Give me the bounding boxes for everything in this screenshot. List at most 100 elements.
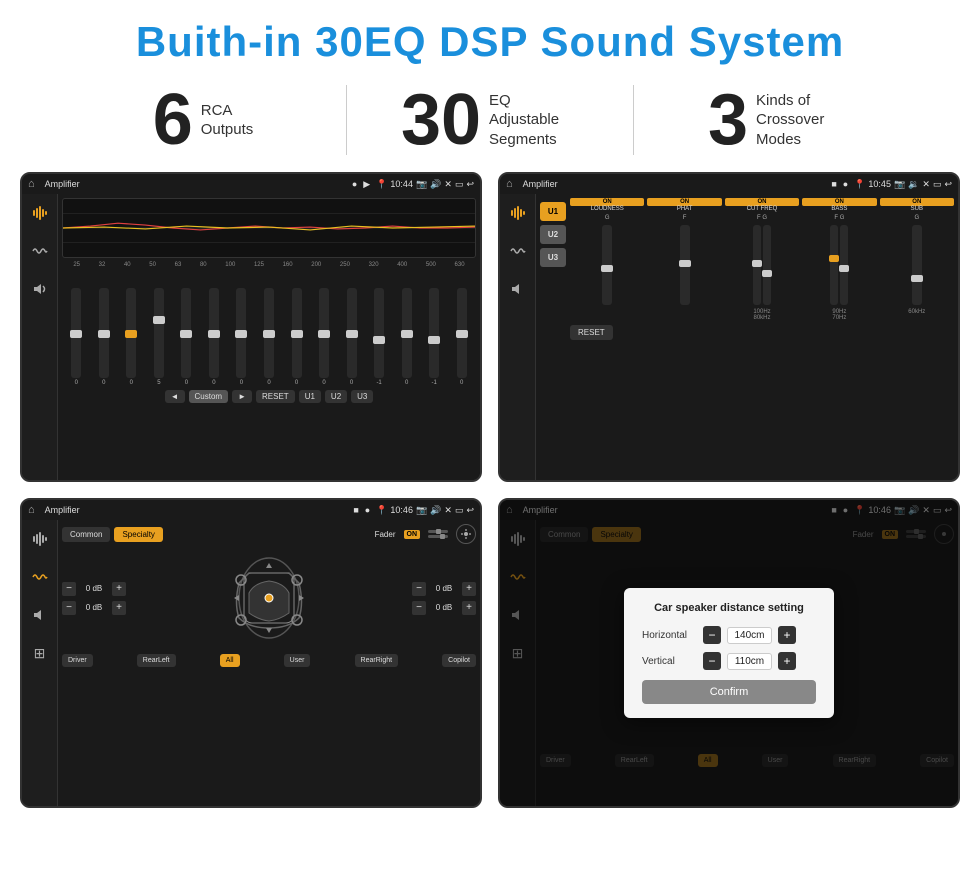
eq-slider-0: 0 <box>71 288 81 386</box>
eq-track-2[interactable] <box>126 288 136 378</box>
cutfreq-slider-g[interactable] <box>763 225 771 305</box>
sidebar-eq-icon[interactable] <box>29 202 51 224</box>
eq-val-12: 0 <box>405 380 408 386</box>
common-tab[interactable]: Common <box>62 527 110 542</box>
cutfreq-slider-f[interactable] <box>753 225 761 305</box>
vol-icon-3: 🔊 <box>430 505 441 516</box>
sidebar-expand-icon-3[interactable]: ⊞ <box>29 642 51 664</box>
loudness-label: LOUDNESS <box>570 206 644 212</box>
sidebar-eq-icon-3[interactable] <box>29 528 51 550</box>
screen1-body: 2532405063 80100125160200 25032040050063… <box>22 194 480 480</box>
eq-val-5: 0 <box>212 380 215 386</box>
rear-right-btn[interactable]: RearRight <box>355 654 399 667</box>
vertical-val: 110cm <box>727 653 772 670</box>
eq-track-11[interactable] <box>374 288 384 378</box>
eq-track-13[interactable] <box>429 288 439 378</box>
sidebar-wave-icon-3[interactable] <box>29 566 51 588</box>
amp-reset-btn[interactable]: RESET <box>570 325 613 340</box>
eq-track-3[interactable] <box>154 288 164 378</box>
phat-label: PHAT <box>647 206 721 212</box>
sidebar-wave-icon-2[interactable] <box>507 240 529 262</box>
statusbar-1: ⌂ Amplifier ● ▶ 📍 10:44 📷 🔊 ✕ ▭ ↩ <box>22 174 480 194</box>
sidebar-vol-icon-2[interactable] <box>507 278 529 300</box>
eq-val-0: 0 <box>75 380 78 386</box>
phat-on: ON <box>647 198 721 206</box>
back-icon-3: ↩ <box>466 505 474 516</box>
db-minus-1[interactable]: − <box>62 601 76 615</box>
screen-fader: ⌂ Amplifier ■ ● 📍 10:46 📷 🔊 ✕ ▭ ↩ <box>20 498 482 808</box>
sidebar-eq-icon-2[interactable] <box>507 202 529 224</box>
sidebar-wave-icon[interactable] <box>29 240 51 262</box>
horizontal-minus-btn[interactable]: − <box>703 626 721 644</box>
back-icon: ↩ <box>466 179 474 190</box>
eq-slider-6: 0 <box>236 288 246 386</box>
sub-slider[interactable] <box>912 225 922 305</box>
eq-reset-btn[interactable]: RESET <box>256 390 295 403</box>
all-btn[interactable]: All <box>220 654 240 667</box>
db-plus-1[interactable]: + <box>112 601 126 615</box>
eq-play-btn[interactable]: ► <box>232 390 252 403</box>
minus-icon-3: ▭ <box>455 505 464 516</box>
copilot-btn[interactable]: Copilot <box>442 654 476 667</box>
location-icon-2: 📍 <box>854 179 865 190</box>
rear-left-btn[interactable]: RearLeft <box>137 654 176 667</box>
eq-track-12[interactable] <box>402 288 412 378</box>
eq-track-8[interactable] <box>292 288 302 378</box>
u3-btn[interactable]: U3 <box>540 248 566 267</box>
phat-slider[interactable] <box>680 225 690 305</box>
eq-track-5[interactable] <box>209 288 219 378</box>
eq-custom-btn[interactable]: Custom <box>189 390 229 403</box>
horizontal-plus-btn[interactable]: + <box>778 626 796 644</box>
page-title: Buith-in 30EQ DSP Sound System <box>0 0 980 76</box>
dialog-horizontal-row: Horizontal − 140cm + <box>642 626 816 644</box>
eq-slider-5: 0 <box>209 288 219 386</box>
cutfreq-on: ON <box>725 198 799 206</box>
eq-u3-btn[interactable]: U3 <box>351 390 373 403</box>
eq-track-4[interactable] <box>181 288 191 378</box>
settings-icon-3[interactable] <box>456 524 476 544</box>
home-icon: ⌂ <box>28 178 35 190</box>
camera-icon-3: 📷 <box>416 505 427 516</box>
eq-val-10: 0 <box>350 380 353 386</box>
eq-u1-btn[interactable]: U1 <box>299 390 321 403</box>
db-minus-3[interactable]: − <box>412 601 426 615</box>
eq-track-10[interactable] <box>347 288 357 378</box>
fader-on-badge: ON <box>404 530 421 539</box>
db-plus-3[interactable]: + <box>462 601 476 615</box>
eq-track-9[interactable] <box>319 288 329 378</box>
stats-row: 6 RCAOutputs 30 EQ AdjustableSegments 3 … <box>0 76 980 168</box>
eq-track-0[interactable] <box>71 288 81 378</box>
u1-btn[interactable]: U1 <box>540 202 566 221</box>
back-icon-2: ↩ <box>944 179 952 190</box>
eq-track-7[interactable] <box>264 288 274 378</box>
sidebar-vol-icon-3[interactable] <box>29 604 51 626</box>
u2-btn[interactable]: U2 <box>540 225 566 244</box>
db-plus-0[interactable]: + <box>112 582 126 596</box>
bass-slider-g[interactable] <box>840 225 848 305</box>
eq-val-1: 0 <box>102 380 105 386</box>
driver-btn[interactable]: Driver <box>62 654 93 667</box>
eq-track-6[interactable] <box>236 288 246 378</box>
eq-bottom-controls: ◄ Custom ► RESET U1 U2 U3 <box>62 390 476 403</box>
confirm-button[interactable]: Confirm <box>642 680 816 704</box>
user-btn[interactable]: User <box>284 654 311 667</box>
eq-val-8: 0 <box>295 380 298 386</box>
specialty-tab[interactable]: Specialty <box>114 527 162 542</box>
db-minus-2[interactable]: − <box>412 582 426 596</box>
eq-prev-btn[interactable]: ◄ <box>165 390 185 403</box>
dialog-overlay: Car speaker distance setting Horizontal … <box>500 500 958 806</box>
db-row-1: − 0 dB + <box>62 601 126 615</box>
sidebar-vol-icon[interactable] <box>29 278 51 300</box>
time-display-2: 10:45 <box>868 179 891 189</box>
bass-slider-f[interactable] <box>830 225 838 305</box>
eq-u2-btn[interactable]: U2 <box>325 390 347 403</box>
db-minus-0[interactable]: − <box>62 582 76 596</box>
eq-track-14[interactable] <box>457 288 467 378</box>
vertical-plus-btn[interactable]: + <box>778 652 796 670</box>
eq-track-1[interactable] <box>99 288 109 378</box>
loudness-slider[interactable] <box>602 225 612 305</box>
vertical-minus-btn[interactable]: − <box>703 652 721 670</box>
db-val-3: 0 dB <box>430 603 458 612</box>
db-plus-2[interactable]: + <box>462 582 476 596</box>
camera-icon: 📷 <box>416 179 427 190</box>
